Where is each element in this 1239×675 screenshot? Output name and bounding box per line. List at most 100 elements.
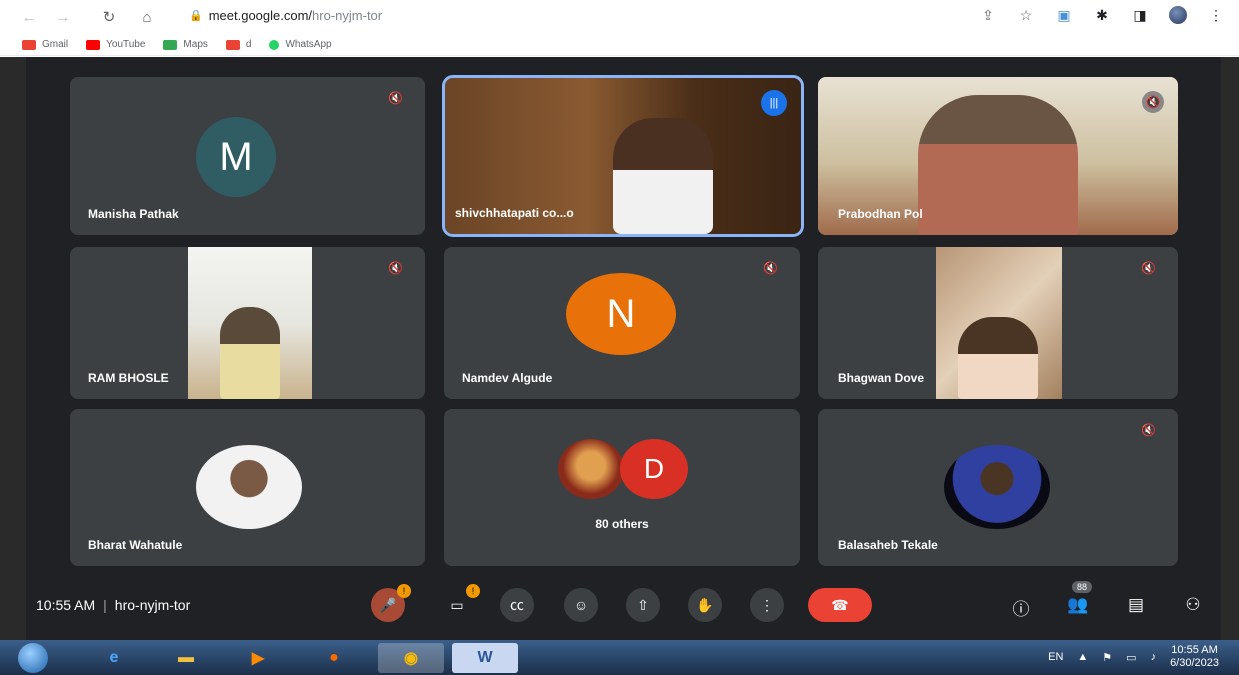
tray-clock[interactable]: 10:55 AM 6/30/2023 bbox=[1170, 644, 1219, 670]
browser-toolbar: ← → ↻ ⌂ 🔒 meet.google.com/hro-nyjm-tor ⇪… bbox=[0, 0, 1239, 34]
youtube-icon bbox=[86, 39, 101, 50]
others-count: 80 others bbox=[595, 517, 649, 531]
warning-badge: ! bbox=[466, 584, 480, 598]
avatar: M bbox=[196, 117, 276, 197]
mic-toggle-button[interactable]: 🎤! bbox=[371, 584, 411, 622]
participant-tile[interactable]: 🔇 Bhagwan Dove bbox=[818, 247, 1178, 399]
bookmarks-bar: Gmail YouTube Maps d WhatsApp bbox=[0, 34, 1239, 56]
participant-tile[interactable]: 🔇 Prabodhan Pol bbox=[818, 77, 1178, 235]
participant-face bbox=[220, 307, 280, 399]
participant-tile[interactable]: 🔇 M Manisha Pathak bbox=[70, 77, 425, 235]
home-icon[interactable]: ⌂ bbox=[136, 6, 158, 28]
forward-icon[interactable]: → bbox=[52, 6, 74, 28]
word-icon[interactable]: W bbox=[452, 643, 518, 673]
mic-off-icon: 🔇 bbox=[1142, 91, 1164, 113]
start-button[interactable] bbox=[18, 643, 48, 673]
chat-icon[interactable]: ▤ bbox=[1124, 595, 1148, 615]
speaking-indicator-icon: ||| bbox=[761, 90, 787, 116]
others-tile[interactable]: D 80 others bbox=[444, 409, 800, 566]
participant-name: Namdev Algude bbox=[462, 371, 553, 385]
firefox-icon[interactable]: ● bbox=[310, 643, 358, 673]
profile-photo bbox=[944, 445, 1050, 529]
side-panel-icon[interactable]: ◨ bbox=[1131, 6, 1149, 24]
extension-icon[interactable]: ▣ bbox=[1055, 6, 1073, 24]
more-options-button[interactable]: ⋮ bbox=[750, 588, 784, 622]
participant-name: RAM BHOSLE bbox=[88, 371, 169, 385]
participant-tile[interactable]: Bharat Wahatule bbox=[70, 409, 425, 566]
leave-call-button[interactable]: ☎ bbox=[808, 588, 872, 622]
puzzle-icon[interactable]: ✱ bbox=[1093, 6, 1111, 24]
whatsapp-icon bbox=[269, 39, 280, 50]
url-path: hro-nyjm-tor bbox=[312, 8, 383, 23]
profile-photo bbox=[558, 439, 624, 499]
present-screen-button[interactable]: ⇧ bbox=[626, 588, 660, 622]
flag-icon[interactable]: ⚑ bbox=[1102, 651, 1112, 664]
profile-photo bbox=[196, 445, 302, 529]
profile-avatar[interactable] bbox=[1169, 6, 1187, 24]
participant-name: Balasaheb Tekale bbox=[838, 538, 938, 552]
warning-badge: ! bbox=[397, 584, 411, 598]
tray-time: 10:55 AM bbox=[1171, 644, 1218, 656]
reload-icon[interactable]: ↻ bbox=[98, 6, 120, 28]
people-count-badge: 88 bbox=[1072, 581, 1093, 593]
d-icon bbox=[225, 39, 240, 50]
participant-name: Bhagwan Dove bbox=[838, 371, 925, 385]
back-icon[interactable]: ← bbox=[18, 6, 40, 28]
address-bar[interactable]: 🔒 meet.google.com/hro-nyjm-tor bbox=[189, 8, 382, 23]
bookmark-d[interactable]: d bbox=[225, 39, 251, 50]
participant-name: shivchhatapati co...o bbox=[455, 206, 574, 220]
mic-off-icon: 🔇 bbox=[388, 261, 403, 275]
meet-controls-bar: 10:55 AM | hro-nyjm-tor 🎤! ▭! ㏄ ☺ ⇧ ✋ ⋮ ☎ … bbox=[26, 577, 1221, 633]
mic-off-icon: 🔇 bbox=[1141, 423, 1156, 437]
participant-video bbox=[918, 95, 1078, 235]
meeting-code: hro-nyjm-tor bbox=[114, 597, 191, 613]
chrome-icon[interactable]: ◉ bbox=[378, 643, 444, 673]
participant-tile[interactable]: 🔇 RAM BHOSLE bbox=[70, 247, 425, 399]
mic-off-icon: 🔇 bbox=[1141, 261, 1156, 275]
explorer-icon[interactable]: ▬ bbox=[162, 643, 210, 673]
info-icon[interactable]: ⓘ bbox=[1009, 595, 1033, 620]
participant-name: Manisha Pathak bbox=[88, 207, 179, 221]
participant-name: Prabodhan Pol bbox=[838, 207, 923, 221]
participant-name: Bharat Wahatule bbox=[88, 538, 183, 552]
windows-taskbar: e ▬ ▶ ● ◉ W EN ▲ ⚑ ▭ ♪ 10:55 AM 6/30/202… bbox=[0, 640, 1239, 675]
avatar: D bbox=[620, 439, 688, 499]
maps-icon bbox=[163, 39, 178, 50]
bookmark-whatsapp[interactable]: WhatsApp bbox=[269, 39, 332, 50]
participant-tile[interactable]: 🔇 Balasaheb Tekale bbox=[818, 409, 1178, 566]
menu-icon[interactable]: ⋮ bbox=[1207, 6, 1225, 24]
bookmark-maps[interactable]: Maps bbox=[163, 39, 208, 50]
tray-expand-icon[interactable]: ▲ bbox=[1077, 651, 1088, 663]
meeting-info: 10:55 AM | hro-nyjm-tor bbox=[36, 597, 190, 613]
separator: | bbox=[103, 597, 107, 613]
emoji-button[interactable]: ☺ bbox=[564, 588, 598, 622]
bookmark-gmail[interactable]: Gmail bbox=[22, 39, 68, 50]
mic-off-icon: 🔇 bbox=[388, 91, 403, 105]
media-player-icon[interactable]: ▶ bbox=[234, 643, 282, 673]
participant-video bbox=[613, 118, 713, 234]
mic-off-icon: 🔇 bbox=[763, 261, 778, 275]
people-icon[interactable]: 👥 88 bbox=[1066, 581, 1093, 615]
meeting-time: 10:55 AM bbox=[36, 597, 96, 613]
captions-button[interactable]: ㏄ bbox=[500, 588, 534, 622]
ie-icon[interactable]: e bbox=[90, 643, 138, 673]
avatar: N bbox=[566, 273, 676, 355]
network-icon[interactable]: ▭ bbox=[1126, 651, 1136, 664]
volume-icon[interactable]: ♪ bbox=[1151, 651, 1157, 663]
raise-hand-button[interactable]: ✋ bbox=[688, 588, 722, 622]
system-tray: EN ▲ ⚑ ▭ ♪ 10:55 AM 6/30/2023 bbox=[1048, 644, 1219, 670]
share-icon[interactable]: ⇪ bbox=[979, 6, 997, 24]
camera-toggle-button[interactable]: ▭! bbox=[440, 584, 480, 622]
bookmark-youtube[interactable]: YouTube bbox=[86, 39, 145, 50]
participant-tile[interactable]: 🔇 N Namdev Algude bbox=[444, 247, 800, 399]
bookmark-star-icon[interactable]: ☆ bbox=[1017, 6, 1035, 24]
meet-grid: 🔇 M Manisha Pathak ||| shivchhatapati co… bbox=[0, 57, 1239, 640]
gmail-icon bbox=[22, 39, 36, 50]
tray-date: 6/30/2023 bbox=[1170, 657, 1219, 669]
url-domain: meet.google.com/ bbox=[208, 8, 313, 23]
activities-icon[interactable]: ⚇ bbox=[1181, 595, 1205, 615]
language-indicator[interactable]: EN bbox=[1048, 651, 1063, 663]
participant-tile-speaking[interactable]: ||| shivchhatapati co...o bbox=[442, 75, 804, 237]
participant-face bbox=[958, 317, 1038, 399]
lock-icon: 🔒 bbox=[189, 10, 203, 22]
